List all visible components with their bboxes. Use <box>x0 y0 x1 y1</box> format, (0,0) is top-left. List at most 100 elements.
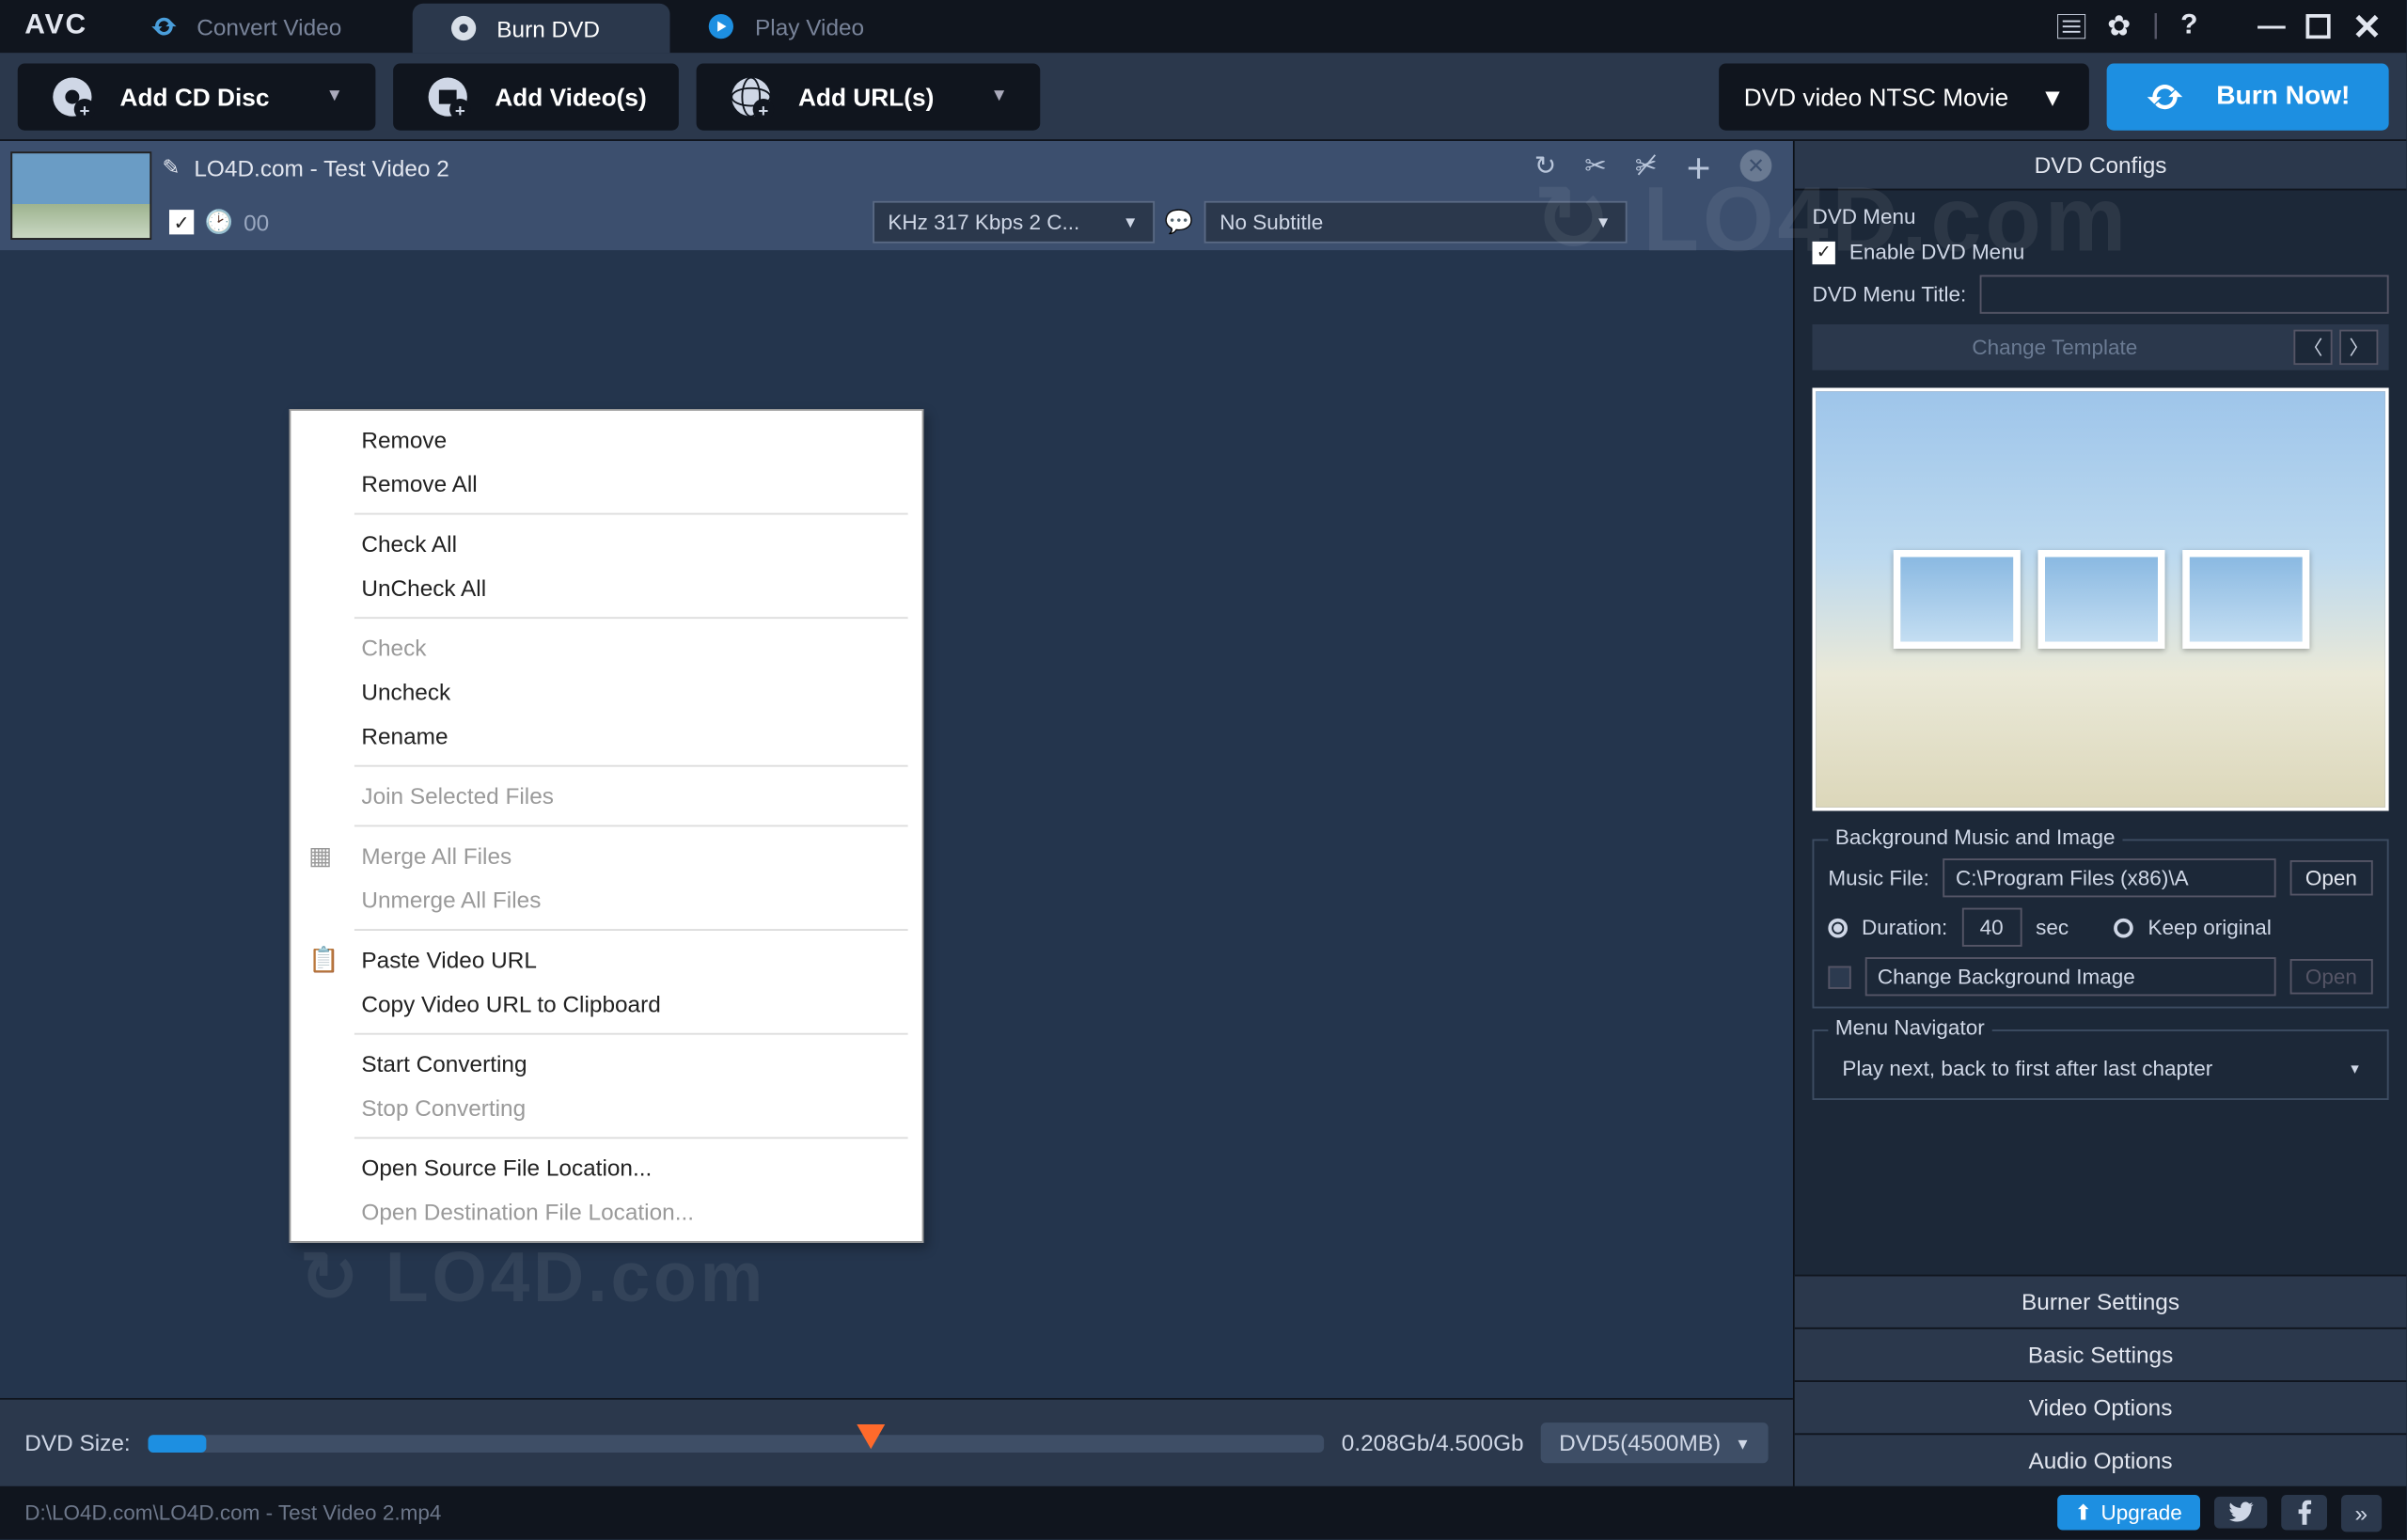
tab-burn-label: Burn DVD <box>496 15 600 41</box>
options-icon[interactable] <box>2058 14 2086 39</box>
background-music-fieldset: Background Music and Image Music File: O… <box>1813 840 2389 1009</box>
menu-item-uncheck[interactable]: Uncheck <box>291 670 921 715</box>
menu-thumbnail-slot <box>2181 550 2308 649</box>
dvd-configs-panel: DVD Configs DVD Menu ✓ Enable DVD Menu D… <box>1793 141 2407 1486</box>
twitter-icon[interactable] <box>2214 1497 2267 1529</box>
nav-value: Play next, back to first after last chap… <box>1842 1056 2212 1080</box>
menu-thumbnail-slot <box>1893 550 2020 649</box>
dvd-capacity-select[interactable]: DVD5(4500MB) ▼ <box>1541 1422 1768 1463</box>
clock-icon: 🕑 <box>205 208 233 236</box>
crop-icon[interactable]: ✂̸ <box>1635 149 1658 185</box>
menu-item-check: Check <box>291 626 921 670</box>
plus-icon[interactable]: ＋ <box>1685 149 1711 185</box>
burn-now-label: Burn Now! <box>2216 81 2350 111</box>
audio-sel-label: KHz 317 Kbps 2 C... <box>888 210 1079 234</box>
bg-image-display <box>1865 957 2275 996</box>
subtitle-icon: 💬 <box>1165 208 1193 236</box>
add-urls-button[interactable]: + Add URL(s) ▼ <box>696 63 1039 130</box>
duration-label: Duration: <box>1862 915 1947 939</box>
status-path: D:\LO4D.com\LO4D.com - Test Video 2.mp4 <box>24 1501 441 1525</box>
menu-item-paste-video-url[interactable]: Paste Video URL📋 <box>291 938 921 982</box>
refresh-icon[interactable]: ↻ <box>1534 149 1557 185</box>
menu-item-uncheck-all[interactable]: UnCheck All <box>291 566 921 610</box>
chevron-down-icon: ▼ <box>2040 82 2065 110</box>
menu-item-rename[interactable]: Rename <box>291 714 921 758</box>
tab-basic-settings[interactable]: Basic Settings <box>1795 1328 2407 1380</box>
menu-item-copy-video-url-to-clipboard[interactable]: Copy Video URL to Clipboard <box>291 982 921 1026</box>
tab-convert-label: Convert Video <box>197 13 341 39</box>
profile-label: DVD video NTSC Movie <box>1744 82 2009 110</box>
subtitle-select[interactable]: No Subtitle ▼ <box>1204 201 1627 244</box>
dvd-size-progress <box>148 1434 1324 1452</box>
music-file-input[interactable] <box>1943 858 2275 897</box>
tab-audio-options[interactable]: Audio Options <box>1795 1433 2407 1485</box>
upgrade-button[interactable]: ⬆Upgrade <box>2057 1495 2200 1531</box>
refresh-icon <box>148 10 180 42</box>
tab-video-options[interactable]: Video Options <box>1795 1380 2407 1433</box>
change-bg-checkbox[interactable] <box>1828 966 1850 988</box>
template-prev-button[interactable]: 〈 <box>2293 330 2332 366</box>
video-checkbox[interactable]: ✓ <box>169 210 194 234</box>
menu-item-merge-all-files: Merge All Files▦ <box>291 834 921 878</box>
video-duration: 00 <box>244 209 269 235</box>
music-open-button[interactable]: Open <box>2289 860 2373 896</box>
menu-item-join-selected-files: Join Selected Files <box>291 774 921 818</box>
video-thumbnail <box>10 151 151 240</box>
close-icon[interactable]: ✕ <box>2352 5 2382 49</box>
menu-item-open-source-file-location[interactable]: Open Source File Location... <box>291 1146 921 1190</box>
duration-radio[interactable] <box>1828 918 1848 937</box>
menu-item-stop-converting: Stop Converting <box>291 1086 921 1130</box>
keep-original-radio[interactable] <box>2115 918 2134 937</box>
dvd-size-text: 0.208Gb/4.500Gb <box>1342 1430 1524 1456</box>
scissors-icon[interactable]: ✂ <box>1584 149 1607 185</box>
subtitle-sel-label: No Subtitle <box>1219 210 1323 234</box>
help-icon[interactable]: ? <box>2180 10 2197 42</box>
minimize-icon[interactable]: ─ <box>2258 20 2285 34</box>
menu-item-check-all[interactable]: Check All <box>291 522 921 566</box>
facebook-icon[interactable] <box>2281 1495 2327 1531</box>
add-cd-disc-button[interactable]: + Add CD Disc ▼ <box>18 63 375 130</box>
chevron-down-icon: ▾ <box>2351 1059 2358 1078</box>
pencil-icon[interactable]: ✎ <box>163 155 181 180</box>
window-controls: ✿ | ? ─ ✕ <box>2058 5 2407 49</box>
menu-navigator-fieldset: Menu Navigator Play next, back to first … <box>1813 1029 2389 1100</box>
context-menu: RemoveRemove All Check AllUnCheck All Chec… <box>290 409 924 1243</box>
nav-section-label: Menu Navigator <box>1828 1015 1991 1040</box>
bg-section-label: Background Music and Image <box>1828 825 2122 850</box>
menu-thumbnail-slot <box>2037 550 2164 649</box>
remove-icon[interactable]: ✕ <box>1740 149 1772 181</box>
globe-add-icon: + <box>728 73 774 119</box>
duration-input[interactable] <box>1961 908 2022 947</box>
bg-open-button: Open <box>2289 959 2373 995</box>
burn-now-button[interactable]: Burn Now! <box>2107 63 2389 130</box>
play-icon <box>706 10 738 42</box>
tab-burn-dvd[interactable]: Burn DVD <box>412 4 670 54</box>
main-tabs: Convert Video Burn DVD Play Video <box>112 0 2057 53</box>
tab-burner-settings[interactable]: Burner Settings <box>1795 1275 2407 1328</box>
paste-icon: 📋 <box>308 945 340 977</box>
chevron-down-icon: ▼ <box>1123 213 1139 231</box>
gear-icon[interactable]: ✿ <box>2107 8 2131 44</box>
audio-track-select[interactable]: KHz 317 Kbps 2 C... ▼ <box>872 201 1154 244</box>
template-next-button[interactable]: 〉 <box>2339 330 2378 366</box>
menu-item-start-converting[interactable]: Start Converting <box>291 1042 921 1086</box>
menu-navigator-select[interactable]: Play next, back to first after last chap… <box>1828 1049 2372 1088</box>
enable-dvd-menu-checkbox[interactable]: ✓ <box>1813 241 1835 263</box>
add-videos-button[interactable]: + Add Video(s) <box>393 63 679 130</box>
svg-text:+: + <box>80 100 90 119</box>
menu-item-open-destination-file-location: Open Destination File Location... <box>291 1190 921 1234</box>
dvd-menu-title-input[interactable] <box>1980 275 2388 314</box>
more-button[interactable]: » <box>2341 1494 2383 1531</box>
tab-play-video[interactable]: Play Video <box>670 0 935 53</box>
video-item[interactable]: ✎ LO4D.com - Test Video 2 ↻ ✂ ✂̸ ＋ ✕ ✓ 🕑 <box>0 141 1793 250</box>
menu-item-remove-all[interactable]: Remove All <box>291 462 921 506</box>
output-profile-select[interactable]: DVD video NTSC Movie ▼ <box>1719 63 2089 130</box>
enable-dvd-menu-label: Enable DVD Menu <box>1849 240 2024 264</box>
tab-convert-video[interactable]: Convert Video <box>112 0 412 53</box>
maximize-icon[interactable] <box>2306 14 2331 39</box>
svg-text:+: + <box>454 100 464 119</box>
menu-item-remove[interactable]: Remove <box>291 417 921 462</box>
change-template-button[interactable]: Change Template <box>1823 335 2287 359</box>
titlebar: AVC Convert Video Burn DVD Play Video ✿ … <box>0 0 2406 53</box>
toolbar: + Add CD Disc ▼ + Add Video(s) + Add URL… <box>0 53 2406 141</box>
